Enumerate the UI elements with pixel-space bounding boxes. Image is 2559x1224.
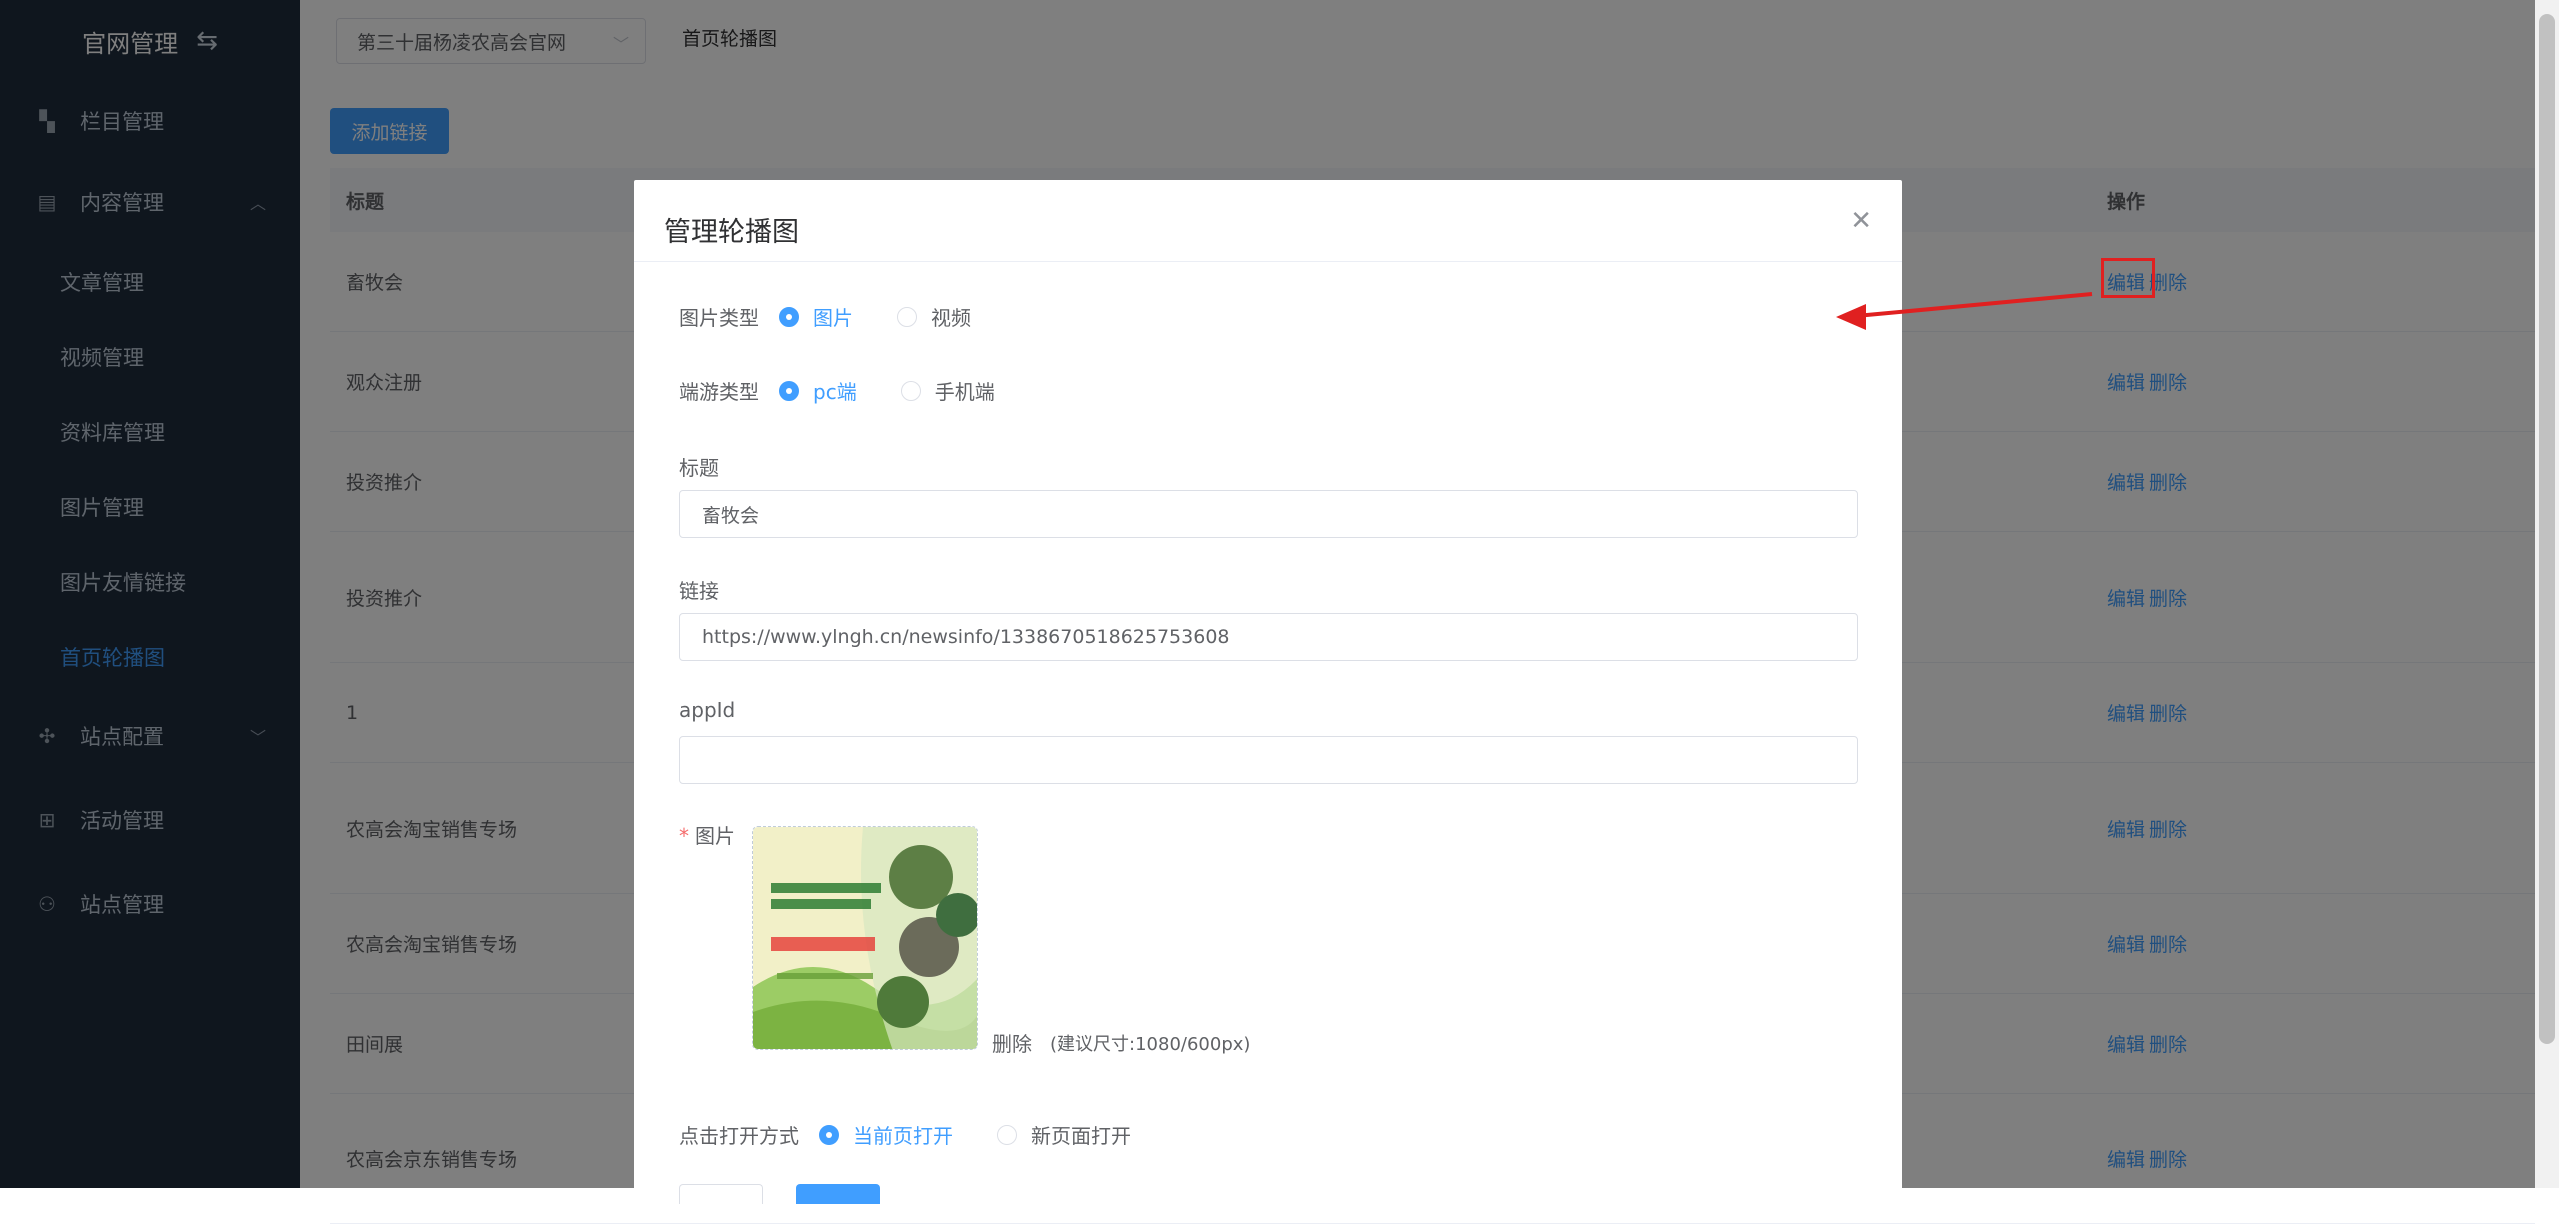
radio-dot xyxy=(897,306,917,327)
carousel-dialog: 管理轮播图 ✕ 图片类型 图片 视频 端游类型 pc端 手机端 标题 畜牧会 链… xyxy=(634,180,1902,1204)
radio-dot xyxy=(779,380,799,401)
dialog-title: 管理轮播图 xyxy=(664,217,799,248)
radio-label: 手机端 xyxy=(934,380,995,404)
radio-pc[interactable]: pc端 xyxy=(779,376,857,405)
cancel-button[interactable] xyxy=(679,1184,763,1204)
appid-input[interactable] xyxy=(679,736,1858,784)
scroll-thumb[interactable] xyxy=(2539,14,2555,1044)
radio-mobile[interactable]: 手机端 xyxy=(900,376,995,405)
appid-label: appId xyxy=(679,698,736,722)
radio-image[interactable]: 图片 xyxy=(779,302,853,331)
annotation-highlight-box xyxy=(2101,258,2155,298)
radio-label: 新页面打开 xyxy=(1031,1124,1131,1148)
radio-video[interactable]: 视频 xyxy=(897,302,971,331)
radio-current-page[interactable]: 当前页打开 xyxy=(819,1120,953,1149)
close-icon[interactable]: ✕ xyxy=(1850,206,1872,236)
title-input[interactable]: 畜牧会 xyxy=(679,490,1858,538)
radio-label: pc端 xyxy=(813,380,857,404)
confirm-button[interactable] xyxy=(796,1184,880,1204)
link-label: 链接 xyxy=(679,579,719,603)
carousel-image-thumbnail[interactable] xyxy=(752,826,978,1050)
image-label: * 图片 xyxy=(679,824,735,848)
open-mode-label: 点击打开方式 xyxy=(679,1124,799,1148)
radio-dot xyxy=(819,1124,839,1145)
radio-dot xyxy=(900,380,921,401)
radio-new-page[interactable]: 新页面打开 xyxy=(997,1120,1131,1149)
scrollbar[interactable] xyxy=(2535,0,2559,1188)
dialog-header: 管理轮播图 ✕ xyxy=(634,180,1902,262)
image-type-label: 图片类型 xyxy=(679,306,759,330)
radio-label: 视频 xyxy=(931,306,971,330)
radio-dot xyxy=(779,306,799,327)
title-label: 标题 xyxy=(679,456,719,480)
image-type-row: 图片类型 图片 视频 xyxy=(679,302,1015,331)
image-delete-link[interactable]: 删除 xyxy=(992,1028,1032,1057)
terminal-type-label: 端游类型 xyxy=(679,380,759,404)
radio-dot xyxy=(997,1124,1017,1145)
radio-label: 图片 xyxy=(813,306,853,330)
link-input[interactable]: https://www.ylngh.cn/newsinfo/1338670518… xyxy=(679,613,1858,661)
open-mode-row: 点击打开方式 当前页打开 新页面打开 xyxy=(679,1120,1175,1149)
image-label-text: 图片 xyxy=(695,824,735,848)
radio-label: 当前页打开 xyxy=(853,1124,953,1148)
image-size-hint: (建议尺寸:1080/600px) xyxy=(1050,1034,1251,1055)
terminal-type-row: 端游类型 pc端 手机端 xyxy=(679,376,1039,405)
